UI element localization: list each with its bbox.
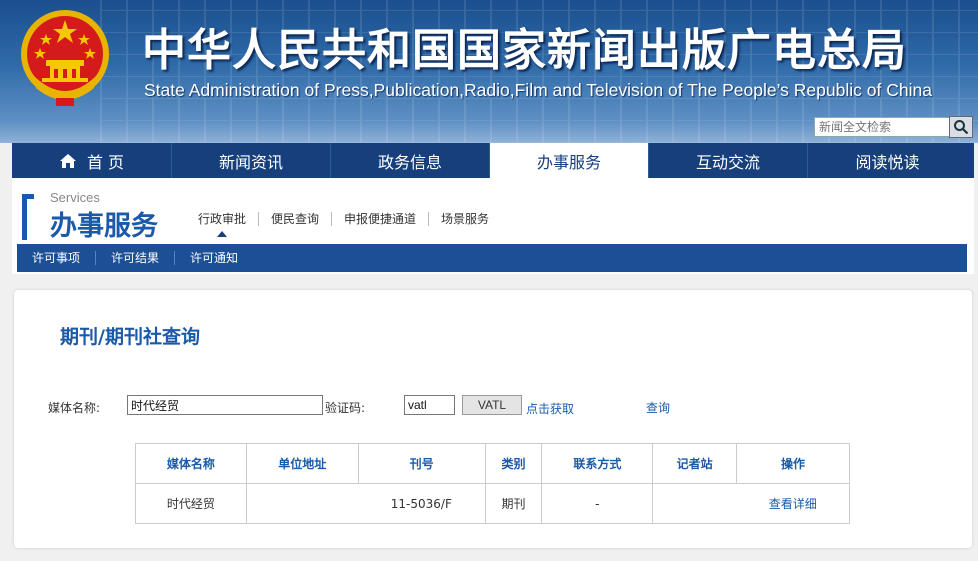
media-name-label: 媒体名称: bbox=[48, 401, 101, 415]
header-banner: 中华人民共和国国家新闻出版广电总局 State Administration o… bbox=[0, 0, 978, 143]
site-title-cn: 中华人民共和国国家新闻出版广电总局 bbox=[142, 25, 907, 76]
media-name-input[interactable] bbox=[127, 395, 323, 415]
nav-item-news[interactable]: 新闻资讯 bbox=[172, 143, 331, 178]
subnav-item-approval[interactable]: 行政审批 bbox=[186, 212, 260, 237]
col-header-media-name: 媒体名称 bbox=[135, 443, 247, 484]
subnav-item-query[interactable]: 便民查询 bbox=[259, 212, 333, 226]
table-row: 时代经贸 11-5036/F 期刊 - 查看详细 bbox=[135, 483, 850, 524]
col-header-contact: 联系方式 bbox=[541, 443, 654, 484]
search-input[interactable] bbox=[814, 117, 950, 137]
nav-item-reading[interactable]: 阅读悦读 bbox=[808, 143, 967, 178]
query-link[interactable]: 查询 bbox=[646, 399, 670, 416]
main-nav: 首 页 新闻资讯 政务信息 办事服务 互动交流 阅读悦读 bbox=[12, 143, 974, 178]
nav-item-home[interactable]: 首 页 bbox=[12, 143, 172, 178]
license-subbar: 许可事项 许可结果 许可通知 bbox=[17, 244, 967, 272]
col-header-station: 记者站 bbox=[652, 443, 738, 484]
col-header-category: 类别 bbox=[484, 443, 543, 484]
nav-item-government[interactable]: 政务信息 bbox=[331, 143, 490, 178]
subnav-item-scene[interactable]: 场景服务 bbox=[429, 212, 501, 226]
cell-issue-number: 11-5036/F bbox=[358, 483, 486, 524]
view-details-link[interactable]: 查看详细 bbox=[736, 483, 850, 524]
cell-contact: - bbox=[541, 483, 654, 524]
services-label-en: Services bbox=[50, 190, 100, 205]
col-header-address: 单位地址 bbox=[245, 443, 359, 484]
search-icon bbox=[954, 120, 969, 135]
captcha-label: 验证码: bbox=[325, 401, 366, 415]
services-subnav: 行政审批 便民查询 申报便捷通道 场景服务 bbox=[186, 212, 501, 237]
get-captcha-link[interactable]: 点击获取 bbox=[526, 400, 574, 417]
col-header-action: 操作 bbox=[736, 443, 850, 484]
cell-address bbox=[245, 483, 359, 524]
cell-category: 期刊 bbox=[484, 483, 543, 524]
services-accent-bar-top bbox=[22, 194, 34, 199]
search-form: 媒体名称: 验证码: VATL 点击获取 查询 bbox=[14, 394, 972, 418]
cell-station bbox=[652, 483, 737, 524]
page-title: 期刊/期刊社查询 bbox=[60, 326, 200, 348]
result-table: 媒体名称 单位地址 刊号 类别 联系方式 记者站 操作 时代经贸 11-5036… bbox=[135, 443, 850, 524]
subbar-item-license-notices[interactable]: 许可通知 bbox=[175, 251, 253, 265]
nav-item-services[interactable]: 办事服务 bbox=[490, 143, 649, 178]
services-accent-bar bbox=[22, 194, 27, 240]
subbar-item-license-results[interactable]: 许可结果 bbox=[96, 251, 176, 265]
nav-item-label: 首 页 bbox=[86, 152, 125, 172]
col-header-issue-number: 刊号 bbox=[357, 443, 486, 484]
cell-media-name: 时代经贸 bbox=[135, 483, 247, 524]
captcha-image[interactable]: VATL bbox=[462, 395, 522, 415]
services-label-cn: 办事服务 bbox=[50, 211, 158, 242]
subnav-item-declare[interactable]: 申报便捷通道 bbox=[332, 212, 430, 226]
content-card: 期刊/期刊社查询 媒体名称: 验证码: VATL 点击获取 查询 媒体名称 单位… bbox=[14, 290, 972, 548]
search-button[interactable] bbox=[949, 116, 973, 138]
subbar-item-license-items[interactable]: 许可事项 bbox=[17, 251, 97, 265]
services-panel: Services 办事服务 行政审批 便民查询 申报便捷通道 场景服务 许可事项… bbox=[12, 178, 974, 274]
nav-item-interaction[interactable]: 互动交流 bbox=[649, 143, 808, 178]
table-header-row: 媒体名称 单位地址 刊号 类别 联系方式 记者站 操作 bbox=[135, 443, 850, 484]
home-icon bbox=[59, 153, 76, 168]
site-title-en: State Administration of Press,Publicatio… bbox=[144, 80, 932, 100]
national-emblem-icon bbox=[21, 10, 109, 106]
captcha-input[interactable] bbox=[404, 395, 455, 415]
